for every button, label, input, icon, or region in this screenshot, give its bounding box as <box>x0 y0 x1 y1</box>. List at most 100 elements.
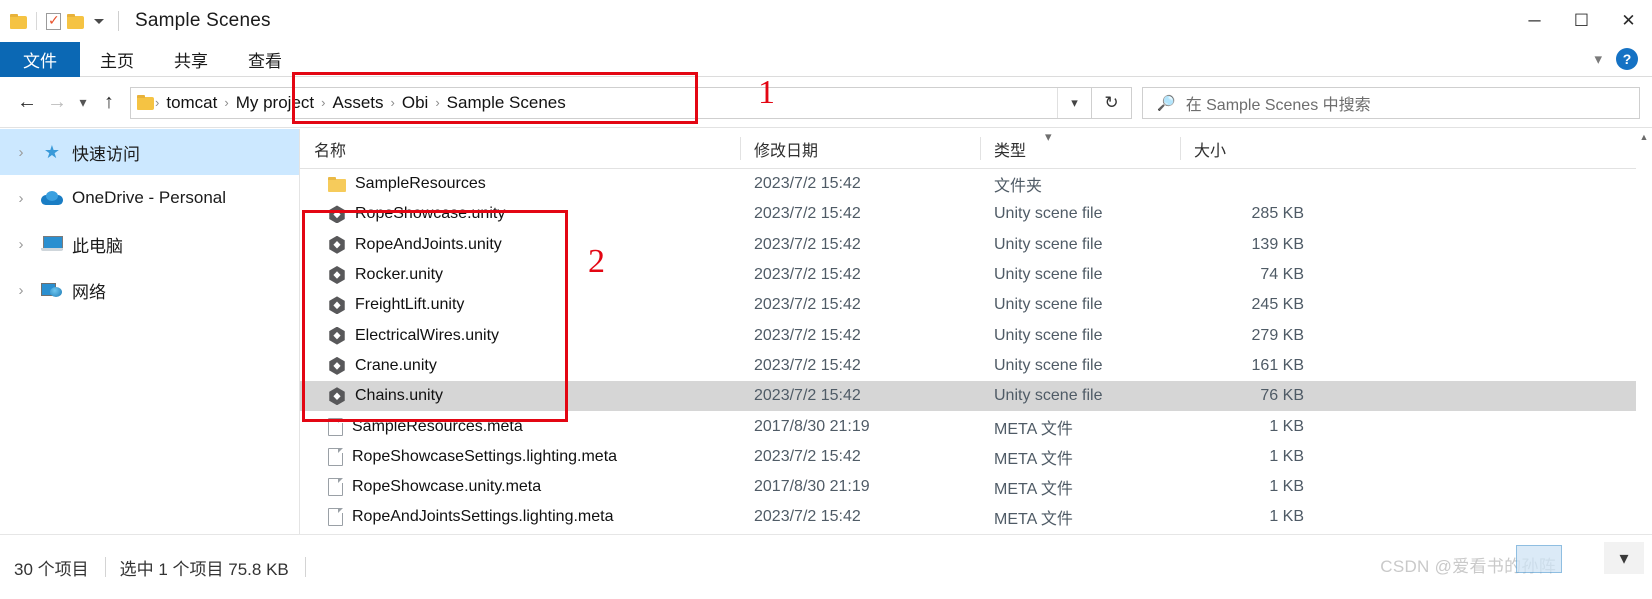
maximize-button[interactable]: ☐ <box>1558 0 1605 42</box>
unity-scene-icon <box>329 387 345 406</box>
search-box[interactable]: 🔍 在 Sample Scenes 中搜索 <box>1142 86 1640 119</box>
file-name-cell[interactable]: RopeShowcase.unity.meta <box>300 472 740 502</box>
tab-home[interactable]: 主页 <box>80 42 154 77</box>
sidebar-item-network[interactable]: › 网络 <box>0 267 299 313</box>
chevron-down-icon[interactable]: ▾ <box>1594 50 1602 68</box>
table-row[interactable]: SampleResources 2023/7/2 15:42 文件夹 <box>300 169 1652 199</box>
file-name-cell[interactable]: RopeAndJoints.unity <box>300 230 740 260</box>
file-name-cell[interactable]: Rocker.unity <box>300 260 740 290</box>
file-name-cell[interactable]: FreightLift.unity <box>300 290 740 320</box>
chevron-down-icon[interactable] <box>94 18 104 24</box>
column-header-size[interactable]: 大小 <box>1180 129 1310 168</box>
breadcrumb-item-my-project[interactable]: My project <box>230 93 320 113</box>
refresh-button[interactable]: ↻ <box>1092 86 1132 119</box>
close-button[interactable]: ✕ <box>1605 0 1652 42</box>
title-bar: Sample Scenes ─ ☐ ✕ <box>0 0 1652 42</box>
file-name-cell[interactable]: SampleResources <box>300 169 740 199</box>
file-name-cell[interactable]: RopeShowcase.unity <box>300 199 740 229</box>
file-name-cell[interactable]: ElectricalWires.unity <box>300 320 740 350</box>
chevron-right-icon[interactable]: › <box>10 282 32 299</box>
tab-view[interactable]: 查看 <box>228 42 302 77</box>
tab-file[interactable]: 文件 <box>0 42 80 77</box>
table-row[interactable]: RopeShowcaseSettings.lighting.meta 2023/7… <box>300 442 1652 472</box>
onedrive-cloud-icon <box>40 187 64 209</box>
file-size-cell: 161 KB <box>1251 356 1304 374</box>
unity-scene-icon <box>329 296 345 315</box>
table-row[interactable]: FreightLift.unity 2023/7/2 15:42 Unity sce… <box>300 290 1652 320</box>
toolbar-divider <box>36 12 37 30</box>
file-name-cell[interactable]: Chains.unity <box>300 381 740 411</box>
new-folder-icon[interactable] <box>67 13 84 29</box>
folder-icon[interactable] <box>10 13 27 29</box>
file-name-cell[interactable]: RopeShowcaseSettings.lighting.meta <box>300 442 740 472</box>
up-button[interactable]: ↑ <box>94 88 124 118</box>
address-bar[interactable]: › tomcat › My project › Assets › Obi › S… <box>130 86 1092 119</box>
column-header-date[interactable]: 修改日期 <box>740 129 980 168</box>
file-date-cell: 2023/7/2 15:42 <box>754 175 861 193</box>
breadcrumb-item-assets[interactable]: Assets <box>326 93 389 113</box>
file-name-label: FreightLift.unity <box>355 296 465 314</box>
tab-share[interactable]: 共享 <box>154 42 228 77</box>
table-row[interactable]: SampleResources.meta 2017/8/30 21:19 META … <box>300 411 1652 441</box>
file-name-label: RopeAndJointsSettings.lighting.meta <box>352 508 614 526</box>
table-row[interactable]: Rocker.unity 2023/7/2 15:42 Unity scene fi… <box>300 260 1652 290</box>
sidebar-item-this-pc[interactable]: › 此电脑 <box>0 221 299 267</box>
page-title: Sample Scenes <box>135 10 271 31</box>
breadcrumb-item-sample-scenes[interactable]: Sample Scenes <box>441 93 572 113</box>
file-size-cell: 76 KB <box>1260 387 1304 405</box>
scrollbar-track[interactable] <box>1636 145 1652 518</box>
file-name-label: SampleResources.meta <box>352 417 523 435</box>
breadcrumb-item-obi[interactable]: Obi <box>396 93 434 113</box>
table-row[interactable]: ElectricalWires.unity 2023/7/2 15:42 Unity… <box>300 320 1652 350</box>
table-row[interactable]: Crane.unity 2023/7/2 15:42 Unity scene fil… <box>300 351 1652 381</box>
sidebar-item-label: 此电脑 <box>72 236 123 256</box>
sidebar-item-quick-access[interactable]: › ★ 快速访问 <box>0 129 299 175</box>
column-header-type[interactable]: 类型 <box>980 129 1180 168</box>
file-type-cell: META 文件 <box>994 511 1073 529</box>
file-name-label: Crane.unity <box>355 356 437 374</box>
properties-checkbox-icon[interactable] <box>46 11 61 30</box>
table-row[interactable]: RopeAndJointsSettings.lighting.meta 2023/… <box>300 502 1652 532</box>
chevron-right-icon[interactable]: › <box>10 144 32 161</box>
address-dropdown-icon[interactable]: ▾ <box>1057 87 1091 118</box>
title-divider <box>118 11 119 31</box>
file-type-cell: META 文件 <box>994 420 1073 438</box>
scrollbar-thumb[interactable] <box>1637 145 1651 315</box>
chevron-right-icon[interactable]: › <box>10 190 32 207</box>
sort-indicator-icon: ▾ <box>1045 129 1052 144</box>
file-date-cell: 2023/7/2 15:42 <box>754 326 861 344</box>
corner-chevron-icon[interactable]: ▾ <box>1604 542 1644 574</box>
chevron-right-icon[interactable]: › <box>10 236 32 253</box>
column-header-name[interactable]: 名称 <box>300 129 740 168</box>
help-icon[interactable]: ? <box>1616 48 1638 70</box>
file-type-cell: Unity scene file <box>994 235 1103 253</box>
column-headers: 名称 修改日期 类型 大小 ▾ <box>300 129 1652 169</box>
scroll-up-arrow-icon[interactable]: ▲ <box>1636 129 1652 145</box>
file-size-cell: 1 KB <box>1269 447 1304 465</box>
search-input[interactable]: 在 Sample Scenes 中搜索 <box>1186 91 1371 115</box>
table-row[interactable]: RopeShowcase.unity 2023/7/2 15:42 Unity sc… <box>300 199 1652 229</box>
recent-locations-button[interactable]: ▾ <box>72 88 94 118</box>
file-type-cell: META 文件 <box>994 450 1073 468</box>
file-name-label: SampleResources <box>355 175 486 193</box>
file-name-label: ElectricalWires.unity <box>355 326 500 344</box>
minimize-button[interactable]: ─ <box>1511 0 1558 42</box>
file-list-pane: 名称 修改日期 类型 大小 ▾ SampleResources 2023/7/2 … <box>300 129 1652 534</box>
annotation-label-1: 1 <box>758 74 775 111</box>
back-button[interactable]: ← <box>12 88 42 118</box>
table-row[interactable]: RopeShowcase.unity.meta 2017/8/30 21:19 ME… <box>300 472 1652 502</box>
table-row[interactable]: RopeAndJoints.unity 2023/7/2 15:42 Unity s… <box>300 230 1652 260</box>
breadcrumb-item-tomcat[interactable]: tomcat <box>160 93 223 113</box>
vertical-scrollbar[interactable]: ▲ <box>1636 129 1652 534</box>
table-row[interactable]: Chains.unity 2023/7/2 15:42 Unity scene fi… <box>300 381 1652 412</box>
file-name-cell[interactable]: SampleResources.meta <box>300 411 740 441</box>
sidebar-item-onedrive[interactable]: › OneDrive - Personal <box>0 175 299 221</box>
folder-icon[interactable] <box>137 95 154 110</box>
file-name-cell[interactable]: Crane.unity <box>300 351 740 381</box>
selection-info-label: 选中 1 个项目 75.8 KB <box>119 559 289 579</box>
file-name-label: RopeAndJoints.unity <box>355 235 502 253</box>
forward-button[interactable]: → <box>42 88 72 118</box>
file-name-cell[interactable]: RopeAndJointsSettings.lighting.meta <box>300 502 740 532</box>
item-count-label: 30 个项目 <box>14 559 89 579</box>
star-pin-icon: ★ <box>43 141 61 162</box>
